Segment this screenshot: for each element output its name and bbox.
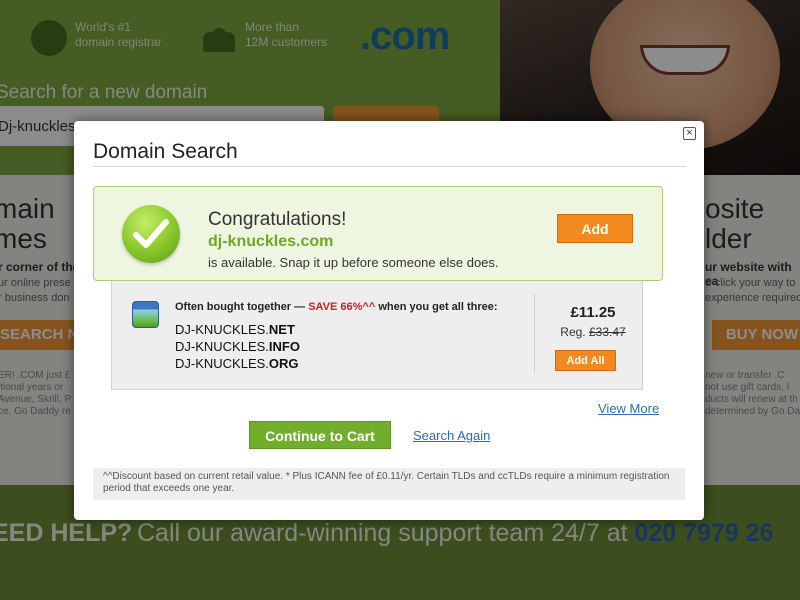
bundle-divider xyxy=(534,294,535,373)
website-icon xyxy=(132,301,159,328)
availability-message: is available. Snap it up before someone … xyxy=(208,255,499,270)
add-all-button[interactable]: Add All xyxy=(555,350,616,371)
view-more-link[interactable]: View More xyxy=(598,401,659,416)
checkmark-icon xyxy=(122,205,180,263)
bundle-domain-org: DJ-KNUCKLES.ORG xyxy=(175,356,299,371)
bundle-domain-list: DJ-KNUCKLES.NET DJ-KNUCKLES.INFO DJ-KNUC… xyxy=(175,321,300,372)
discount-footnote: ^^Discount based on current retail value… xyxy=(93,468,685,500)
domain-search-modal: × Domain Search Congratulations! dj-knuc… xyxy=(74,121,704,520)
bundle-offer: Often bought together — SAVE 66%^^ when … xyxy=(111,281,643,390)
bundle-heading: Often bought together — SAVE 66%^^ when … xyxy=(175,301,498,313)
availability-panel: Congratulations! dj-knuckles.com is avai… xyxy=(93,186,663,281)
congratulations-heading: Congratulations! xyxy=(208,209,347,230)
close-icon[interactable]: × xyxy=(683,127,696,140)
save-badge: SAVE 66%^^ xyxy=(308,301,376,313)
continue-to-cart-button[interactable]: Continue to Cart xyxy=(249,421,391,449)
bundle-domain-info: DJ-KNUCKLES.INFO xyxy=(175,339,300,354)
regular-price: Reg. £33.47 xyxy=(560,325,626,339)
add-button[interactable]: Add xyxy=(557,214,633,243)
search-again-link[interactable]: Search Again xyxy=(413,428,490,443)
divider xyxy=(93,166,686,167)
available-domain: dj-knuckles.com xyxy=(208,233,334,250)
bundle-domain-net: DJ-KNUCKLES.NET xyxy=(175,322,295,337)
bundle-price: £11.25 xyxy=(570,304,616,321)
modal-title: Domain Search xyxy=(93,140,238,163)
